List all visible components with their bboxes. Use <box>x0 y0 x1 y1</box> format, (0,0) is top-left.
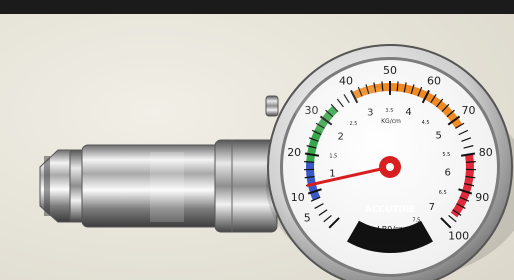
inner-scale-label: 6 <box>445 167 451 178</box>
outer-scale-label: 90 <box>475 191 489 204</box>
outer-scale-label: 10 <box>291 191 305 204</box>
inner-scale-label: 6.5 <box>439 190 447 196</box>
inner-scale-label: 4.5 <box>422 120 430 126</box>
outer-scale-label: 100 <box>448 230 469 243</box>
outer-scale-label: 5 <box>304 212 311 225</box>
top-dark-strip <box>0 0 514 14</box>
photo-scene: 5102030405060708090100 11.522.53 3.5 44.55… <box>0 0 514 280</box>
inner-scale-label: 5 <box>435 130 441 141</box>
photo-stage: 5 10 20 30 40 50 60 70 80 90 100 1 1.5 2 2.5 3 3.5 4 4.5 5… <box>0 0 514 280</box>
outer-scale-label: 70 <box>461 104 475 117</box>
outer-scale-label: 50 <box>383 64 397 77</box>
reset-knob <box>265 95 279 117</box>
tick-mark <box>465 161 476 163</box>
outer-scale-label: 60 <box>427 75 441 88</box>
inner-scale-label: 5.5 <box>442 152 450 158</box>
outer-scale-label: 20 <box>287 146 301 159</box>
model-label: LB9/□ <box>377 225 402 234</box>
gauge-head: 5102030405060708090100 11.522.53 3.5 44.55… <box>266 44 514 280</box>
gauge-stem <box>39 139 278 233</box>
origin-label: MADE IN TAIWAN <box>369 240 412 246</box>
inner-scale-label: 7 <box>429 202 435 213</box>
needle-pin <box>386 163 394 171</box>
outer-scale-label: 80 <box>479 146 493 159</box>
brand-label: ACCUTIRE <box>365 205 415 215</box>
tick-mark <box>304 161 315 163</box>
inner-scale-label: 4 <box>405 107 411 118</box>
inner-scale-label: 1.5 <box>329 153 337 159</box>
